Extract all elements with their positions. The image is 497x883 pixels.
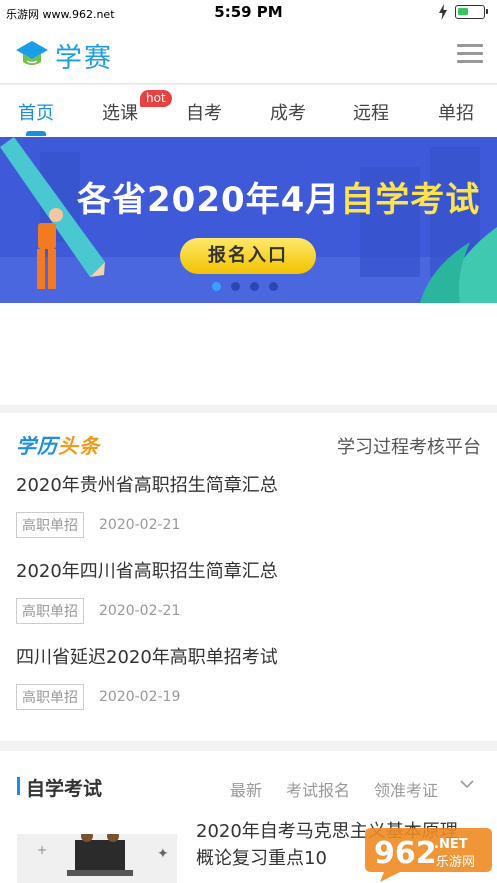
section-accent-bar bbox=[17, 777, 20, 795]
banner-title: 各省2020年4月自学考试 bbox=[77, 180, 481, 220]
graduation-cap-icon bbox=[16, 41, 48, 65]
svg-text:.NET: .NET bbox=[434, 837, 468, 852]
news-item-tag: 高职单招 bbox=[16, 684, 84, 710]
news-item-date: 2020-02-21 bbox=[99, 517, 181, 533]
svg-text:✦: ✦ bbox=[157, 846, 169, 862]
carousel-dot[interactable] bbox=[250, 282, 259, 291]
section-title: 自学考试 bbox=[26, 778, 103, 800]
category-tabs: 首页 选课 自考 成考 远程 单招 hot bbox=[0, 85, 497, 137]
tab-self-exam[interactable]: 自考 bbox=[174, 99, 234, 125]
site-watermark-logo: 962 .NET 乐游网 bbox=[365, 828, 492, 882]
news-item[interactable]: 2020年贵州省高职招生简章汇总 高职单招 2020-02-21 bbox=[16, 471, 481, 538]
filter-admission-ticket[interactable]: 领准考证 bbox=[374, 777, 438, 801]
promo-banner[interactable]: 各省2020年4月自学考试 报名入口 bbox=[0, 137, 497, 303]
filter-latest[interactable]: 最新 bbox=[230, 777, 262, 801]
carousel-dots bbox=[212, 276, 288, 295]
tab-remote[interactable]: 远程 bbox=[341, 99, 401, 125]
register-button[interactable]: 报名入口 bbox=[180, 238, 316, 274]
news-item-title[interactable]: 四川省延迟2020年高职单招考试 bbox=[16, 643, 481, 669]
charging-icon bbox=[439, 4, 447, 20]
app-logo-text[interactable]: 学赛 bbox=[55, 36, 113, 75]
tab-adult-exam[interactable]: 成考 bbox=[258, 99, 318, 125]
news-logo: 学历头条 bbox=[16, 434, 100, 458]
svg-text:乐游网: 乐游网 bbox=[436, 855, 475, 870]
status-bar: 乐游网 www.962.net 5:59 PM bbox=[0, 0, 497, 24]
chevron-down-icon[interactable] bbox=[459, 778, 475, 790]
battery-icon bbox=[455, 5, 488, 19]
news-item-title[interactable]: 2020年四川省高职招生简章汇总 bbox=[16, 557, 481, 583]
active-tab-indicator bbox=[26, 131, 46, 136]
filter-registration[interactable]: 考试报名 bbox=[286, 777, 350, 801]
news-section: 学历头条 学习过程考核平台 2020年贵州省高职招生简章汇总 高职单招 2020-… bbox=[0, 413, 497, 741]
article-thumbnail[interactable]: ✦ + bbox=[17, 834, 177, 883]
carousel-dot[interactable] bbox=[269, 282, 278, 291]
app-header: 学赛 bbox=[0, 24, 497, 84]
carousel-dot[interactable] bbox=[231, 282, 240, 291]
carousel-dot[interactable] bbox=[212, 282, 221, 291]
tab-single-enroll[interactable]: 单招 bbox=[426, 99, 486, 125]
news-item-date: 2020-02-21 bbox=[99, 603, 181, 619]
hot-badge: hot bbox=[140, 90, 172, 107]
hamburger-menu-icon[interactable] bbox=[457, 44, 483, 64]
laptop-illustration-icon: ✦ + bbox=[37, 834, 169, 876]
svg-text:962: 962 bbox=[374, 836, 437, 871]
news-item-tag: 高职单招 bbox=[16, 598, 84, 624]
news-item-tag: 高职单招 bbox=[16, 512, 84, 538]
battery-level bbox=[458, 8, 468, 15]
tab-home[interactable]: 首页 bbox=[6, 99, 66, 125]
blank-area bbox=[0, 303, 497, 405]
news-item-date: 2020-02-19 bbox=[99, 689, 181, 705]
news-item-title[interactable]: 2020年贵州省高职招生简章汇总 bbox=[16, 471, 481, 497]
status-time: 5:59 PM bbox=[214, 3, 283, 21]
news-item[interactable]: 四川省延迟2020年高职单招考试 高职单招 2020-02-19 bbox=[16, 643, 481, 710]
process-platform-link[interactable]: 学习过程考核平台 bbox=[337, 433, 481, 459]
banner-title-highlight: 自学考试 bbox=[340, 180, 481, 220]
news-item[interactable]: 2020年四川省高职招生简章汇总 高职单招 2020-02-21 bbox=[16, 557, 481, 624]
svg-text:+: + bbox=[37, 843, 47, 857]
